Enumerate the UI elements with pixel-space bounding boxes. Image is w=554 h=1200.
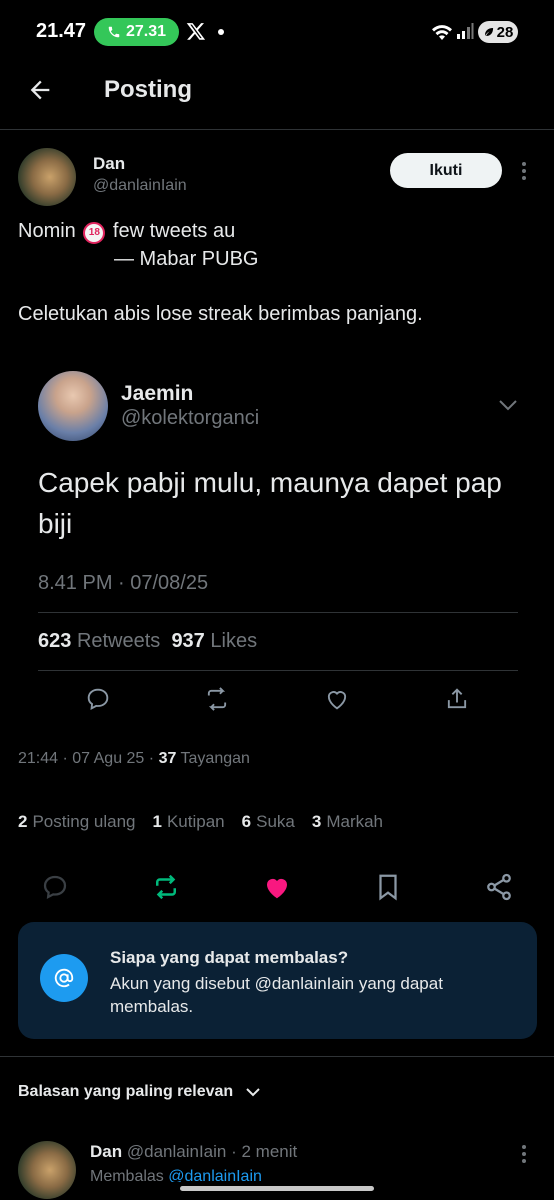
post-text-segment: few tweets au	[112, 220, 236, 242]
post-text-segment: Nomin	[18, 220, 76, 242]
adult-18-badge-icon: 18	[83, 222, 106, 244]
share-icon[interactable]	[484, 872, 514, 902]
at-sign-icon	[40, 954, 88, 1002]
back-arrow-icon[interactable]	[26, 76, 54, 104]
page-title: Posting	[104, 76, 192, 103]
wifi-icon	[432, 25, 452, 40]
reply-avatar[interactable]	[18, 1141, 76, 1199]
replying-to: Membalas @danlainIain	[90, 1168, 262, 1182]
chevron-down-icon	[246, 1088, 260, 1097]
reply-header: Dan @danlainIain · 2 menit	[90, 1142, 297, 1162]
engagement-counts: 2 Posting ulang 1 Kutipan 6 Suka 3 Markah	[18, 812, 383, 832]
replies-sort-dropdown[interactable]: Balasan yang paling relevan	[18, 1083, 261, 1101]
post-text-line-2: — Mabar PUBG	[114, 248, 259, 270]
post-text-line-1: Nomin 18 few tweets au	[18, 220, 235, 244]
call-duration: 27.31	[125, 23, 167, 40]
battery-indicator: 28	[478, 21, 518, 43]
top-app-bar: Posting	[0, 64, 554, 130]
section-divider	[0, 1056, 554, 1057]
bookmark-icon[interactable]	[373, 872, 403, 902]
like-icon[interactable]	[262, 872, 292, 902]
embedded-like-count: 937	[171, 630, 205, 652]
post-text-line-3: Celetukan abis lose streak berimbas panj…	[18, 303, 423, 325]
status-time: 21.47	[36, 20, 87, 42]
follow-button[interactable]: Ikuti	[390, 153, 502, 188]
embedded-like-icon	[327, 691, 347, 710]
reply-icon[interactable]	[40, 872, 70, 902]
reply-author-handle[interactable]: @danlainIain	[127, 1142, 227, 1161]
reposts-stat[interactable]: 2 Posting ulang	[18, 812, 136, 832]
chevron-down-icon	[499, 400, 517, 411]
reply-time: · 2 menit	[231, 1142, 298, 1161]
repost-icon[interactable]	[151, 872, 181, 902]
embedded-retweet-icon	[207, 687, 227, 711]
replies-sort-label: Balasan yang paling relevan	[18, 1083, 234, 1100]
embedded-reply-icon	[87, 688, 109, 710]
more-options-icon[interactable]	[518, 160, 530, 182]
reply-more-options-icon[interactable]	[518, 1143, 530, 1165]
leaf-icon	[484, 28, 493, 36]
likes-stat[interactable]: 6 Suka	[242, 812, 295, 832]
ongoing-call-pill[interactable]: 27.31	[94, 18, 179, 46]
x-logo-icon	[186, 23, 206, 40]
reply-author-name[interactable]: Dan	[90, 1142, 122, 1161]
notification-dot	[218, 29, 224, 35]
embedded-like-label: Likes	[210, 630, 258, 652]
post-timestamp: 21:44 · 07 Agu 25 ·	[18, 750, 155, 767]
embedded-handle: @kolektorganci	[121, 407, 260, 429]
bookmarks-stat[interactable]: 3 Markah	[312, 812, 383, 832]
quotes-stat[interactable]: 1 Kutipan	[153, 812, 225, 832]
who-can-reply-title: Siapa yang dapat membalas?	[110, 948, 349, 967]
who-can-reply-body: Akun yang disebut @danlainIain yang dapa…	[110, 974, 443, 1016]
battery-level: 28	[496, 23, 514, 41]
home-indicator[interactable]	[180, 1186, 374, 1191]
embedded-share-icon	[447, 688, 467, 709]
embedded-text: Capek pabji mulu, maunya dapet pap biji	[38, 467, 502, 539]
signal-icon	[457, 23, 474, 39]
embedded-retweet-count: 623	[38, 630, 72, 652]
embedded-divider	[38, 612, 518, 613]
embedded-stats: 623 Retweets 937 Likes	[38, 630, 257, 653]
replying-to-handle[interactable]: @danlainIain	[168, 1168, 262, 1182]
who-can-reply-card: Siapa yang dapat membalas? Akun yang dis…	[18, 922, 537, 1039]
embedded-name: Jaemin	[121, 382, 194, 405]
status-bar: 21.47 27.31 28	[0, 0, 554, 64]
author-avatar[interactable]	[18, 148, 76, 206]
author-name[interactable]: Dan	[93, 154, 125, 174]
embedded-time: 8.41 PM · 07/08/25	[38, 572, 209, 594]
embedded-divider	[38, 670, 518, 671]
views-label[interactable]: Tayangan	[181, 750, 250, 767]
post-meta: 21:44 · 07 Agu 25 · 37 Tayangan	[18, 750, 250, 768]
author-handle[interactable]: @danlainIain	[93, 177, 187, 195]
embedded-retweet-label: Retweets	[76, 630, 161, 652]
replying-to-label: Membalas	[90, 1168, 164, 1182]
embedded-avatar	[38, 371, 108, 441]
phone-icon	[108, 26, 120, 38]
views-count: 37	[158, 750, 177, 767]
